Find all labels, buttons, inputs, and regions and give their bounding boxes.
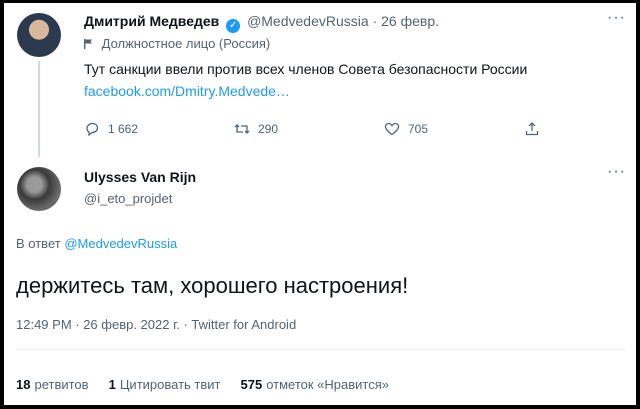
author-handle[interactable]: @i_eto_projdet — [84, 191, 172, 206]
author-handle[interactable]: @MedvedevRussia — [247, 13, 369, 29]
retweet-count: 290 — [258, 122, 279, 136]
tweet-text: держитесь там, хорошего настроения! — [16, 273, 409, 298]
like-icon — [384, 122, 400, 136]
flag-icon — [84, 39, 92, 49]
author-name[interactable]: Дмитрий Медведев — [84, 13, 219, 29]
reply-count: 1 662 — [108, 122, 139, 136]
separator: · — [372, 13, 378, 29]
likes-count: 575 — [240, 377, 263, 392]
avatar[interactable] — [17, 13, 61, 57]
government-label-text: Должностное лицо (Россия) — [101, 36, 271, 51]
thread-connector-line — [38, 61, 40, 157]
retweets-count: 18 — [16, 377, 31, 392]
reply-prefix: В ответ — [16, 236, 61, 251]
tweet-link[interactable]: facebook.com/Dmitry.Medvede… — [84, 83, 290, 99]
reply-icon — [86, 122, 99, 137]
author-name[interactable]: Ulysses Van Rijn — [84, 169, 196, 185]
screenshot-frame: Дмитрий Медведев ✓ @MedvedevRussia · 26 … — [4, 3, 636, 405]
retweets-stat[interactable]: 18 ретвитов — [16, 377, 89, 392]
reply-context: В ответ @MedvedevRussia — [16, 236, 177, 251]
divider — [16, 349, 626, 350]
government-label[interactable]: Должностное лицо (Россия) — [84, 36, 270, 51]
reply-handle-link[interactable]: @MedvedevRussia — [64, 236, 177, 251]
likes-label: отметок «Нравится» — [266, 377, 389, 392]
reply-button[interactable]: 1 662 — [84, 121, 138, 137]
likes-stat[interactable]: 575 отметок «Нравится» — [241, 377, 390, 392]
tweet-meta[interactable]: 12:49 PM · 26 февр. 2022 г. · Twitter fo… — [16, 317, 296, 332]
quotes-count: 1 — [108, 377, 116, 392]
like-count: 705 — [408, 122, 429, 136]
more-icon[interactable]: ··· — [607, 163, 626, 181]
quotes-label: Цитировать твит — [119, 377, 221, 392]
tweet-date[interactable]: 26 февр. — [381, 13, 439, 29]
retweet-icon — [234, 124, 250, 134]
share-icon — [525, 122, 539, 136]
more-icon[interactable]: ··· — [607, 9, 626, 27]
retweet-button[interactable]: 290 — [234, 121, 278, 137]
avatar[interactable] — [17, 167, 61, 211]
tweet-actions: 1 662 290 705 — [84, 121, 554, 141]
retweets-label: ретвитов — [34, 377, 89, 392]
tweet-text: Тут санкции ввели против всех членов Сов… — [84, 61, 528, 77]
share-button[interactable] — [524, 121, 540, 137]
quotes-stat[interactable]: 1 Цитировать твит — [109, 377, 221, 392]
like-button[interactable]: 705 — [384, 121, 428, 137]
verified-badge-icon: ✓ — [226, 19, 241, 33]
tweet-stats: 18 ретвитов 1 Цитировать твит 575 отметок «… — [16, 377, 389, 392]
tweet1-header: Дмитрий Медведев ✓ @MedvedevRussia · 26 … — [84, 13, 439, 33]
